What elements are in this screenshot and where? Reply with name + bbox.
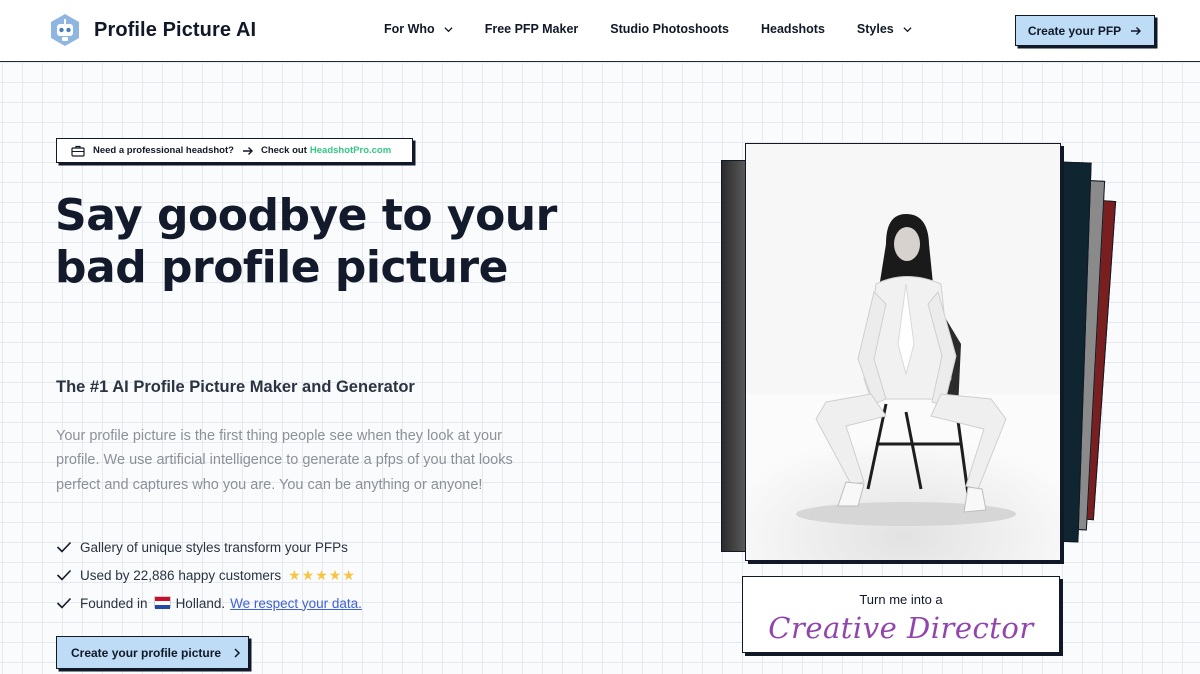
chevron-down-icon — [444, 26, 453, 32]
logo[interactable]: Profile Picture AI — [48, 13, 256, 47]
feature-label: Founded in — [80, 595, 148, 611]
hero-description: Your profile picture is the first thing … — [56, 428, 513, 493]
privacy-link[interactable]: We respect your data. — [230, 596, 362, 611]
chevron-right-icon — [234, 647, 241, 658]
star-rating: ★★★★★ — [288, 566, 356, 583]
logo-text: Profile Picture AI — [94, 18, 257, 41]
feature-label: Gallery of unique styles transform your … — [80, 539, 348, 555]
hero-headline: Say goodbye to your bad profile picture — [55, 190, 557, 293]
arrow-right-icon — [1131, 26, 1142, 35]
nav-item-styles[interactable]: Styles — [857, 22, 912, 36]
caption-role: Creative Director — [768, 611, 1034, 645]
headshotpro-promo-link[interactable]: Need a professional headshot? Check out … — [56, 138, 413, 163]
create-pfp-label: Create your PFP — [1027, 23, 1122, 38]
feature-item-founded: Founded in Holland. We respect your data… — [56, 589, 362, 617]
feature-item-gallery: Gallery of unique styles transform your … — [56, 533, 362, 561]
checkmark-icon — [56, 569, 72, 581]
nav-item-label: For Who — [384, 22, 435, 36]
nav-item-label: Free PFP Maker — [484, 22, 579, 36]
nav-item-free-pfp-maker[interactable]: Free PFP Maker — [485, 22, 579, 36]
site-header: Profile Picture AI For Who Free PFP Make… — [0, 0, 1200, 62]
caption-intro: Turn me into a — [859, 592, 943, 607]
nav-item-label: Headshots — [761, 22, 825, 36]
feature-item-customers: Used by 22,886 happy customers ★★★★★ — [56, 561, 362, 589]
arrow-right-icon — [242, 146, 253, 155]
woman-on-chair-image — [746, 144, 1060, 560]
promo-check-out: Check out — [260, 145, 307, 156]
create-profile-picture-label: Create your profile picture — [71, 645, 222, 660]
chevron-down-icon — [903, 26, 912, 32]
create-profile-picture-button[interactable]: Create your profile picture — [56, 636, 249, 669]
create-pfp-button[interactable]: Create your PFP — [1015, 15, 1155, 46]
checkmark-icon — [56, 541, 72, 553]
profile-photo — [745, 143, 1061, 561]
nav-item-label: Studio Photoshoots — [610, 22, 729, 36]
hero-subheadline: The #1 AI Profile Picture Maker and Gene… — [56, 378, 415, 396]
style-caption-card: Turn me into a Creative Director — [742, 576, 1060, 653]
briefcase-icon — [71, 145, 85, 157]
nav-item-headshots[interactable]: Headshots — [761, 22, 825, 36]
feature-country: Holland. — [175, 595, 226, 611]
robot-logo-icon — [51, 14, 79, 46]
nav-item-studio-photoshoots[interactable]: Studio Photoshoots — [610, 22, 729, 36]
photo-stack — [715, 140, 1117, 570]
promo-question: Need a professional headshot? — [93, 145, 234, 156]
nav-item-label: Styles — [856, 22, 894, 36]
checkmark-icon — [56, 597, 72, 609]
feature-label: Used by 22,886 happy customers — [80, 567, 282, 583]
promo-brand: HeadshotPro.com — [309, 145, 392, 156]
nav-item-for-who[interactable]: For Who — [384, 22, 453, 36]
netherlands-flag-icon — [153, 596, 171, 609]
main-nav: For Who Free PFP Maker Studio Photoshoot… — [384, 22, 912, 36]
feature-list: Gallery of unique styles transform your … — [56, 533, 362, 617]
